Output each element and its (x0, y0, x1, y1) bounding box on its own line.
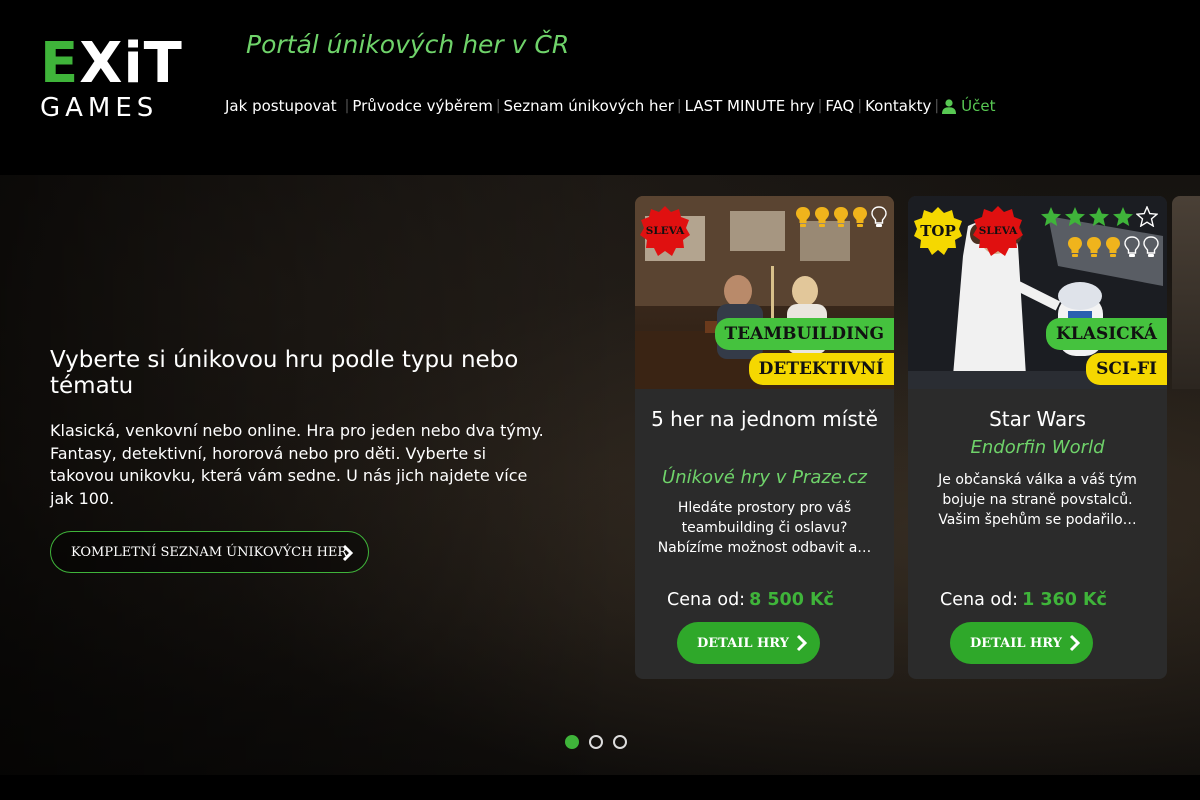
game-provider[interactable]: Endorfin World (918, 437, 1157, 458)
exit-games-logo[interactable]: EXiT GAMES (40, 36, 182, 124)
lightbulb-icon (853, 207, 867, 227)
sale-badge-label: SLEVA (978, 225, 1018, 237)
nav-separator: | (817, 98, 823, 114)
chevron-right-icon (796, 634, 808, 652)
difficulty-bulbs (795, 206, 887, 228)
sale-badge-label: SLEVA (645, 225, 685, 237)
star-icon (1041, 207, 1061, 226)
price-value: 1 360 Kč (1022, 590, 1107, 610)
next-card-peek[interactable] (1172, 196, 1200, 389)
user-icon (942, 98, 957, 114)
game-title[interactable]: 5 her na jednom místě (645, 405, 884, 433)
sale-badge: SLEVA (640, 206, 690, 256)
site-tagline: Portál únikových her v ČR (246, 30, 570, 59)
nav-separator: | (934, 98, 940, 114)
tag-teambuilding: TEAMBUILDING (714, 318, 894, 350)
game-price: Cena od: 1 360 Kč (940, 590, 1107, 610)
nav-separator: | (857, 98, 863, 114)
nav-separator: | (495, 98, 501, 114)
game-card-body: Star Wars Endorfin World Je občanská vál… (908, 389, 1167, 679)
logo-exit-text: EXiT (40, 36, 182, 92)
page-bottom (0, 775, 1200, 800)
nav-item-pruvodce-vyberem[interactable]: Průvodce výběrem (352, 97, 492, 115)
carousel-dot-1[interactable] (565, 735, 579, 749)
hero-text: Klasická, venkovní nebo online. Hra pro … (50, 421, 544, 508)
nav-item-last-minute[interactable]: LAST MINUTE hry (685, 97, 815, 115)
chevron-right-icon (342, 544, 354, 562)
lightbulb-outline-icon (871, 206, 887, 227)
game-card-body: 5 her na jednom místě Únikové hry v Praz… (635, 389, 894, 679)
full-list-button-label: KOMPLETNÍ SEZNAM ÚNIKOVÝCH HER (71, 544, 348, 560)
nav-item-faq[interactable]: FAQ (825, 97, 854, 115)
price-label: Cena od: (940, 590, 1019, 610)
lightbulb-icon (1087, 237, 1101, 257)
game-photo[interactable]: SLEVA TEAMBUILDING DETEKTIVNÍ (635, 196, 894, 389)
detail-button[interactable]: DETAIL HRY (950, 622, 1093, 664)
rating-stars (1040, 206, 1158, 227)
full-list-button[interactable]: KOMPLETNÍ SEZNAM ÚNIKOVÝCH HER (50, 531, 369, 573)
carousel-dot-2[interactable] (589, 735, 603, 749)
logo-xit-letters: XiT (79, 31, 183, 96)
price-label: Cena od: (667, 590, 746, 610)
game-description: Hledáte prostory pro váš teambuilding či… (657, 500, 872, 556)
detail-button-label: DETAIL HRY (970, 635, 1062, 651)
lightbulb-icon (815, 207, 829, 227)
lightbulb-icon (834, 207, 848, 227)
lightbulb-outline-icon (1124, 236, 1140, 257)
game-photo[interactable]: TOP SLEVA KLASICKÁ SCI-FI (908, 196, 1167, 389)
tag-sci-fi: SCI-FI (1086, 353, 1167, 385)
hero-section: Vyberte si únikovou hru podle typu nebo … (0, 175, 1200, 775)
game-card[interactable]: TOP SLEVA KLASICKÁ SCI-FI Star Wars Endo… (908, 196, 1167, 679)
top-badge-label: TOP (920, 222, 956, 240)
top-badge: TOP (914, 207, 962, 255)
tag-detektivni: DETEKTIVNÍ (748, 353, 894, 385)
sale-badge: SLEVA (973, 206, 1023, 256)
nav-separator: | (676, 98, 682, 114)
logo-e-letter: E (40, 31, 80, 96)
logo-games-text: GAMES (40, 93, 159, 123)
game-price: Cena od: 8 500 Kč (667, 590, 834, 610)
detail-button-label: DETAIL HRY (697, 635, 789, 651)
chevron-right-icon (1069, 634, 1081, 652)
carousel-dot-3[interactable] (613, 735, 627, 749)
game-description: Je občanská válka a váš tým bojuje na st… (938, 472, 1137, 528)
detail-button[interactable]: DETAIL HRY (677, 622, 820, 664)
lightbulb-outline-icon (1143, 236, 1159, 257)
star-icon (1065, 207, 1085, 226)
lightbulb-icon (1106, 237, 1120, 257)
hero-title: Vyberte si únikovou hru podle typu nebo … (50, 347, 519, 399)
game-card[interactable]: SLEVA TEAMBUILDING DETEKTIVNÍ 5 her na j… (635, 196, 894, 679)
price-value: 8 500 Kč (749, 590, 834, 610)
account-label: Účet (961, 97, 996, 115)
difficulty-bulbs (1067, 236, 1159, 258)
game-title[interactable]: Star Wars (918, 405, 1157, 433)
star-icon (1113, 207, 1133, 226)
tag-klasicka: KLASICKÁ (1046, 318, 1167, 350)
nav-item-account[interactable]: Účet (942, 97, 995, 115)
lightbulb-icon (1068, 237, 1082, 257)
star-outline-icon (1136, 206, 1158, 227)
game-provider[interactable]: Únikové hry v Praze.cz (645, 467, 884, 488)
main-nav: Jak postupovat | Průvodce výběrem | Sezn… (225, 97, 995, 115)
lightbulb-icon (796, 207, 810, 227)
nav-item-seznam-unikovych-her[interactable]: Seznam únikových her (504, 97, 674, 115)
nav-item-jak-postupovat[interactable]: Jak postupovat (225, 97, 337, 115)
carousel-dots (565, 735, 627, 749)
star-icon (1089, 207, 1109, 226)
nav-separator: | (344, 98, 350, 114)
nav-item-kontakty[interactable]: Kontakty (865, 97, 931, 115)
